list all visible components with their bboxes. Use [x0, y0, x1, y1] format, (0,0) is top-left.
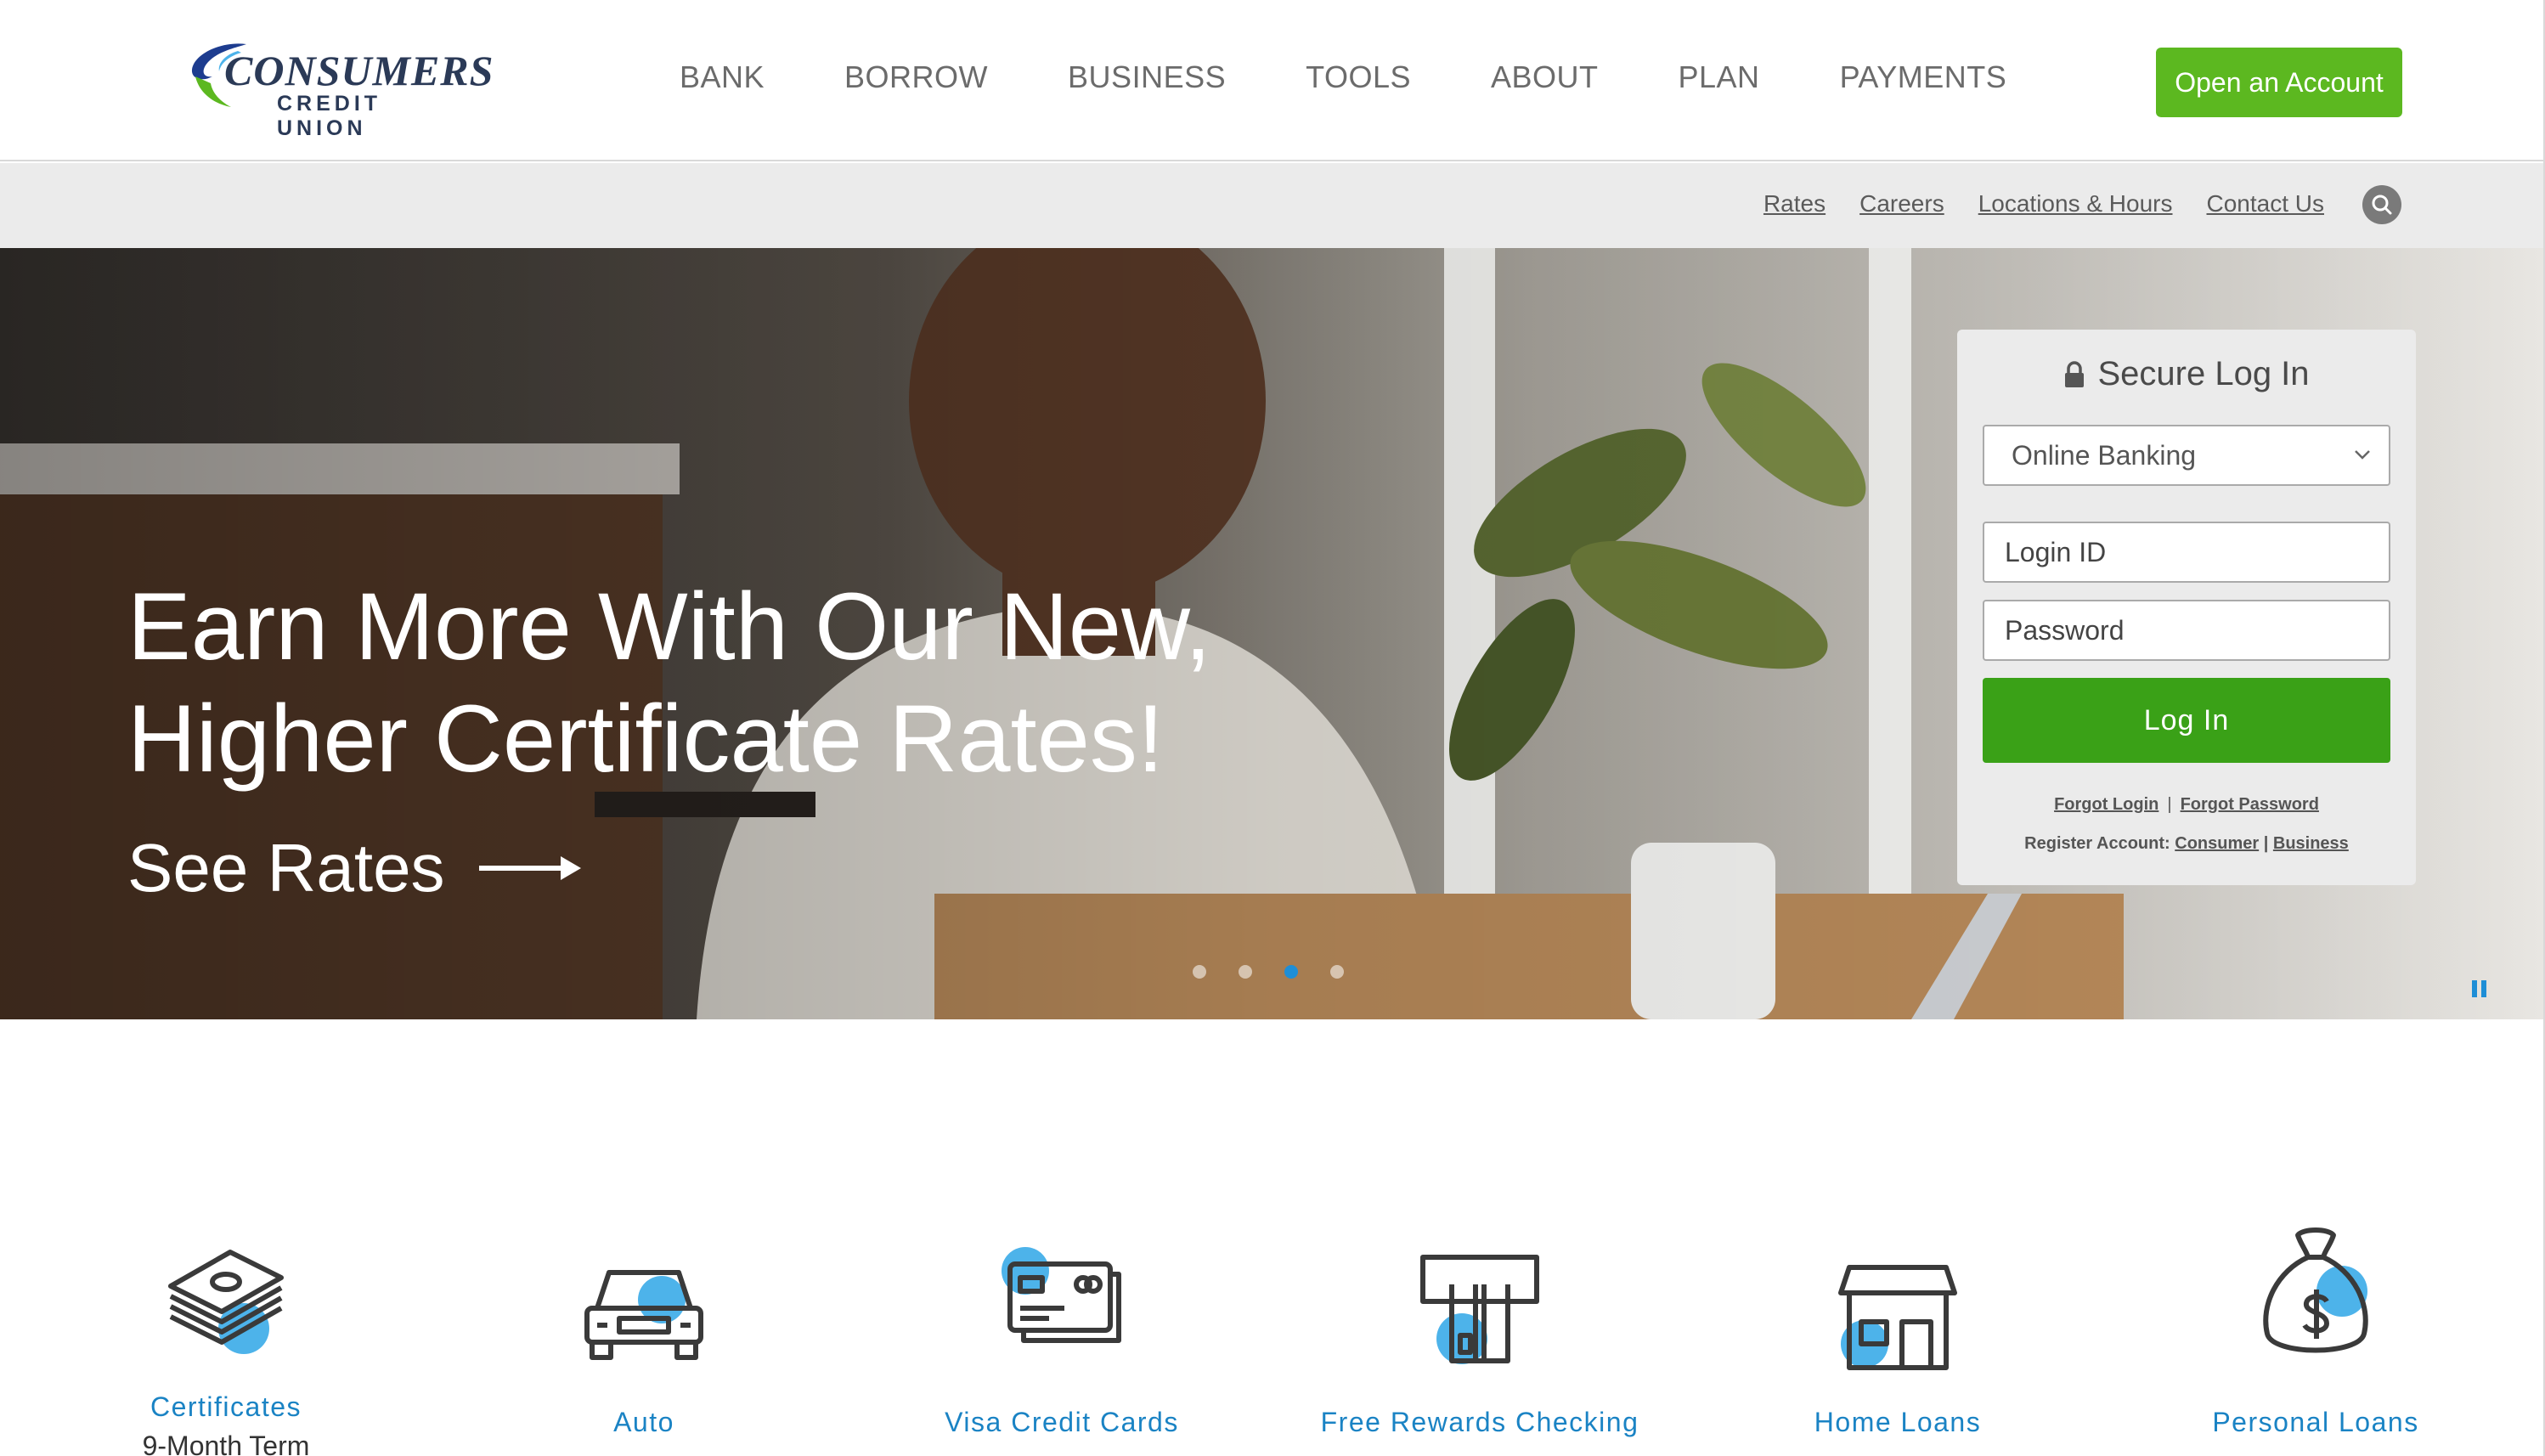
account-type-value: Online Banking [2012, 439, 2197, 471]
open-account-button[interactable]: Open an Account [2156, 48, 2402, 117]
carousel-dot[interactable] [1193, 965, 1206, 979]
tile-title: Personal Loans [2212, 1407, 2419, 1437]
tile-personal-loans[interactable]: Personal Loans [2154, 1206, 2477, 1456]
login-header: Secure Log In [1957, 355, 2416, 393]
register-links: Register Account: Consumer | Business [1957, 834, 2416, 854]
utility-links: Rates Careers Locations & Hours Contact … [1730, 190, 2324, 217]
see-rates-link[interactable]: See Rates [127, 829, 581, 907]
password-input[interactable] [1983, 600, 2390, 661]
tile-auto[interactable]: Auto [482, 1206, 805, 1456]
money-stack-icon [168, 1250, 284, 1354]
house-icon [1838, 1265, 1957, 1370]
separator: | [2167, 795, 2172, 814]
consumers-logo[interactable]: CONSUMERS CREDIT UNION [187, 37, 493, 140]
forgot-login-link[interactable]: Forgot Login [2054, 795, 2158, 814]
hero-headline-line1: Earn More With Our New, [127, 573, 1211, 680]
money-bag-icon [2263, 1227, 2368, 1353]
login-title: Secure Log In [2097, 355, 2310, 392]
login-help-links: Forgot Login | Forgot Password [1957, 795, 2416, 815]
hero-headline-line2: Higher Certificate Rates! [127, 686, 1165, 792]
util-link-locations[interactable]: Locations & Hours [1978, 190, 2173, 217]
log-in-button[interactable]: Log In [1983, 678, 2390, 763]
tile-title: Auto [613, 1407, 674, 1437]
forgot-password-link[interactable]: Forgot Password [2181, 795, 2319, 814]
nav-borrow[interactable]: BORROW [844, 59, 988, 95]
tile-title: Certificates [150, 1391, 302, 1422]
site-header: CONSUMERS CREDIT UNION BANK BORROW BUSIN… [0, 0, 2545, 161]
page: CONSUMERS CREDIT UNION BANK BORROW BUSIN… [0, 0, 2545, 1456]
register-label: Register Account: [2024, 834, 2170, 853]
car-icon [584, 1270, 703, 1360]
nav-payments[interactable]: PAYMENTS [1840, 59, 2007, 95]
tile-title: Home Loans [1814, 1407, 1982, 1437]
separator: | [2259, 834, 2273, 853]
tile-title: Free Rewards Checking [1320, 1407, 1639, 1437]
util-link-rates[interactable]: Rates [1763, 190, 1826, 217]
see-rates-label: See Rates [127, 830, 445, 906]
login-id-input[interactable] [1983, 522, 2390, 583]
atm-icon [1420, 1255, 1539, 1364]
product-tiles: Certificates 9-Month Term Auto Visa Cred… [0, 1206, 2545, 1456]
util-link-careers[interactable]: Careers [1859, 190, 1944, 217]
main-nav: BANK BORROW BUSINESS TOOLS ABOUT PLAN PA… [680, 59, 2006, 95]
nav-about[interactable]: ABOUT [1491, 59, 1599, 95]
secure-login-panel: Secure Log In Online Banking Log In Forg… [1957, 330, 2416, 885]
chevron-down-icon [2355, 450, 2370, 460]
hero-headline: Earn More With Our New, Higher Certifica… [127, 571, 1232, 795]
carousel-dot[interactable] [1330, 965, 1344, 979]
register-business-link[interactable]: Business [2273, 834, 2349, 853]
tile-free-rewards-checking[interactable]: Free Rewards Checking [1318, 1206, 1641, 1456]
carousel-dots [1193, 965, 1344, 979]
nav-business[interactable]: BUSINESS [1068, 59, 1226, 95]
account-type-select[interactable]: Online Banking [1983, 425, 2390, 486]
lock-icon [2065, 360, 2085, 387]
pause-icon[interactable] [2472, 980, 2489, 999]
register-consumer-link[interactable]: Consumer [2175, 834, 2259, 853]
tile-home-loans[interactable]: Home Loans [1736, 1206, 2059, 1456]
credit-card-icon [1002, 1247, 1121, 1343]
carousel-dot[interactable] [1239, 965, 1252, 979]
search-icon[interactable] [2362, 185, 2401, 224]
nav-bank[interactable]: BANK [680, 59, 765, 95]
tile-visa-credit-cards[interactable]: Visa Credit Cards [900, 1206, 1223, 1456]
tile-title: Visa Credit Cards [945, 1407, 1179, 1437]
util-link-contact[interactable]: Contact Us [2207, 190, 2325, 217]
arrow-right-icon [478, 856, 581, 880]
logo-wordmark: CONSUMERS [224, 47, 494, 94]
tile-certificates[interactable]: Certificates 9-Month Term [65, 1206, 387, 1456]
tile-subtitle: 9-Month Term [142, 1431, 310, 1456]
utility-bar: Rates Careers Locations & Hours Contact … [0, 163, 2545, 248]
nav-plan[interactable]: PLAN [1679, 59, 1760, 95]
carousel-dot-active[interactable] [1284, 965, 1298, 979]
nav-tools[interactable]: TOOLS [1306, 59, 1411, 95]
logo-subtitle: CREDIT UNION [277, 92, 382, 140]
